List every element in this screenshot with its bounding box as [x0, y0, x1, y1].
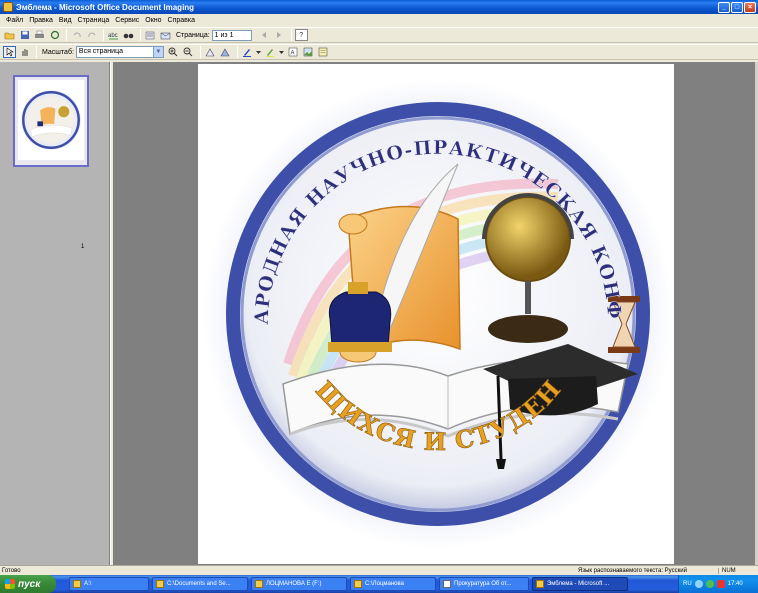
- folder-icon: [354, 580, 362, 588]
- menu-file[interactable]: Файл: [3, 17, 26, 24]
- window-controls: _ □ ×: [718, 1, 756, 13]
- drive-icon: [73, 580, 81, 588]
- separator: [103, 29, 104, 41]
- status-ready: Готово: [2, 567, 21, 574]
- page-number-field[interactable]: 1 из 1: [211, 29, 252, 41]
- clock[interactable]: 17:40: [728, 581, 743, 587]
- window-title: Эмблема - Microsoft Office Document Imag…: [16, 2, 195, 12]
- svg-text:A: A: [291, 51, 295, 57]
- view-toolbar: Масштаб: Вся страница ▼ A: [0, 44, 758, 60]
- app-icon: [536, 580, 544, 588]
- redo-icon[interactable]: [85, 29, 98, 41]
- separator: [66, 29, 67, 41]
- task-label: C:\Лоцманова: [365, 581, 404, 587]
- task-label: Прокуратура Об от...: [454, 581, 512, 587]
- menu-bar: Файл Правка Вид Страница Сервис Окно Спр…: [0, 14, 758, 27]
- start-button[interactable]: пуск: [0, 575, 56, 593]
- next-page-icon[interactable]: [273, 29, 286, 41]
- taskbar-item-locmanova-drive[interactable]: ЛОЦМАНОВА Е (F:): [251, 577, 347, 591]
- task-label: C:\Documents and Se...: [167, 581, 231, 587]
- zoom-out-icon[interactable]: [182, 46, 195, 58]
- task-label: ЛОЦМАНОВА Е (F:): [266, 581, 322, 587]
- close-button[interactable]: ×: [744, 1, 756, 13]
- pan-hand-icon[interactable]: [18, 46, 31, 58]
- separator: [290, 29, 292, 41]
- menu-window[interactable]: Окно: [142, 17, 164, 24]
- windows-logo-icon: [5, 579, 15, 589]
- menu-edit[interactable]: Правка: [26, 17, 56, 24]
- text-box-icon[interactable]: A: [287, 46, 300, 58]
- ink-bottle-illustration: [328, 291, 392, 347]
- rotate-left-icon[interactable]: [204, 46, 217, 58]
- volume-icon[interactable]: [705, 580, 714, 588]
- pen-icon[interactable]: [241, 46, 254, 58]
- menu-page[interactable]: Страница: [75, 17, 113, 24]
- minimize-button[interactable]: _: [718, 1, 730, 13]
- menu-view[interactable]: Вид: [56, 17, 75, 24]
- note-icon[interactable]: [317, 46, 330, 58]
- print-icon[interactable]: [33, 29, 46, 41]
- taskbar-item-locmanova-folder[interactable]: C:\Лоцманова: [350, 577, 436, 591]
- separator: [236, 46, 238, 58]
- highlighter-dropdown-icon[interactable]: [279, 46, 285, 58]
- task-label: A:\: [84, 581, 92, 587]
- taskbar-item-drive-a[interactable]: A:\: [69, 577, 149, 591]
- thumbnail-page-number: 1: [81, 244, 85, 250]
- task-label: Эмблема - Microsoft ...: [547, 581, 610, 587]
- start-label: пуск: [18, 578, 41, 590]
- pen-dropdown-icon[interactable]: [256, 46, 262, 58]
- antivirus-icon[interactable]: [716, 580, 725, 588]
- document-view[interactable]: МЕЖДУНАРОДНАЯ НАУЧНО-ПРАКТИЧЕСКАЯ КОНФЕР…: [114, 41, 758, 565]
- emblem-image: МЕЖДУНАРОДНАЯ НАУЧНО-ПРАКТИЧЕСКАЯ КОНФЕР…: [185, 41, 673, 549]
- save-icon[interactable]: [18, 29, 31, 41]
- folder-icon: [255, 580, 263, 588]
- maximize-button[interactable]: □: [731, 1, 743, 13]
- network-icon[interactable]: [694, 580, 703, 588]
- undo-icon[interactable]: [70, 29, 83, 41]
- open-icon[interactable]: [3, 29, 16, 41]
- send-icon[interactable]: [48, 29, 61, 41]
- standard-toolbar: abc Страница: 1 из 1 ?: [0, 27, 758, 43]
- chevron-down-icon[interactable]: ▼: [152, 47, 163, 57]
- status-language: Язык распознаваемого текста: Русский: [578, 567, 687, 574]
- taskbar-item-emblema[interactable]: Эмблема - Microsoft ...: [532, 577, 628, 591]
- folder-icon: [156, 580, 164, 588]
- page-label: Страница:: [176, 31, 210, 39]
- taskbar-item-documents[interactable]: C:\Documents and Se...: [152, 577, 248, 591]
- svg-text:abc: abc: [108, 33, 118, 39]
- select-pointer-icon[interactable]: [3, 46, 16, 58]
- taskbar: пуск A:\ C:\Documents and Se... ЛОЦМАНОВ…: [0, 575, 758, 593]
- separator: [199, 46, 201, 58]
- zoom-label: Масштаб:: [42, 48, 74, 56]
- document-icon: [443, 580, 451, 588]
- title-bar: Эмблема - Microsoft Office Document Imag…: [0, 0, 758, 14]
- page-thumbnail[interactable]: [13, 75, 89, 167]
- thumbnail-image: [18, 80, 84, 160]
- status-bar: Готово Язык распознаваемого текста: Русс…: [0, 565, 758, 575]
- status-num: NUM: [718, 567, 758, 574]
- previous-page-icon[interactable]: [258, 29, 271, 41]
- highlighter-icon[interactable]: [264, 46, 277, 58]
- system-tray: RU 17:40: [678, 575, 758, 593]
- language-indicator[interactable]: RU: [683, 581, 692, 587]
- document-page: МЕЖДУНАРОДНАЯ НАУЧНО-ПРАКТИЧЕСКАЯ КОНФЕР…: [185, 41, 674, 564]
- zoom-in-icon[interactable]: [167, 46, 180, 58]
- send-mail-icon[interactable]: [159, 29, 172, 41]
- help-icon-glyph: ?: [299, 31, 304, 39]
- insert-picture-icon[interactable]: [302, 46, 315, 58]
- rotate-right-icon[interactable]: [219, 46, 232, 58]
- separator: [36, 46, 37, 58]
- menu-tools[interactable]: Сервис: [112, 17, 142, 24]
- zoom-dropdown[interactable]: Вся страница ▼: [75, 46, 164, 58]
- recognize-text-icon[interactable]: abc: [107, 29, 120, 41]
- help-icon[interactable]: ?: [294, 29, 308, 41]
- app-icon: [3, 2, 13, 12]
- separator: [140, 29, 141, 41]
- taskbar-item-prokuratura[interactable]: Прокуратура Об от...: [439, 577, 529, 591]
- send-text-to-word-icon[interactable]: [144, 29, 157, 41]
- find-icon[interactable]: [122, 29, 135, 41]
- menu-help[interactable]: Справка: [165, 17, 198, 24]
- thumbnail-pane: 1: [0, 62, 110, 565]
- zoom-value: Вся страница: [78, 48, 123, 55]
